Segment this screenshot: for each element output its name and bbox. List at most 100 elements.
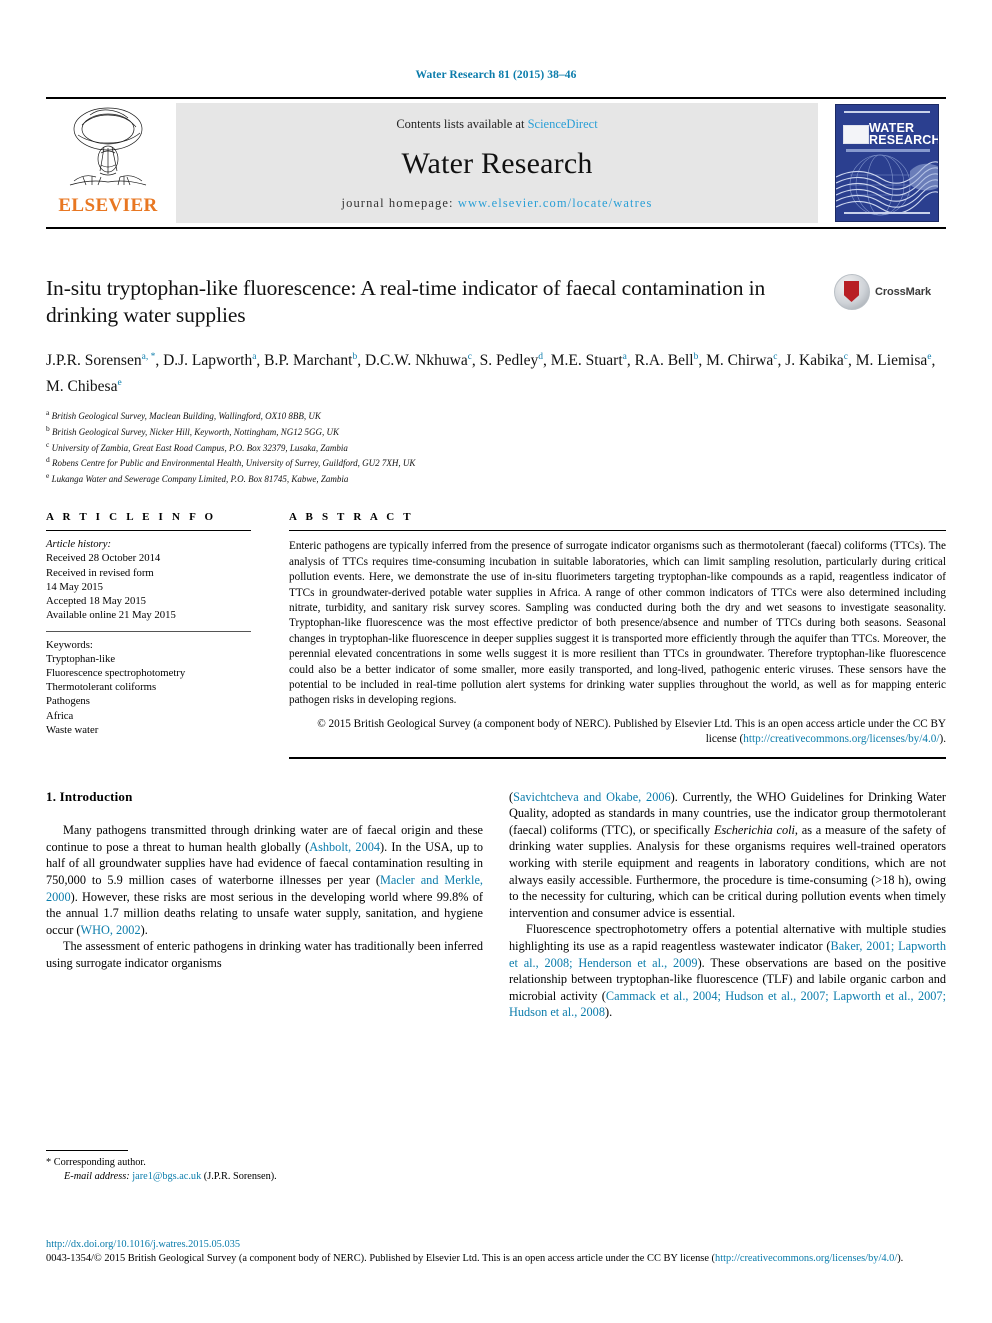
crossmark-label: CrossMark xyxy=(875,286,931,298)
affiliation-marker: d xyxy=(46,455,50,465)
cover-top-rule xyxy=(844,111,930,113)
cover-bottom-rule xyxy=(844,212,930,214)
crossmark-shield-icon xyxy=(834,274,870,310)
email-owner: (J.P.R. Sorensen). xyxy=(201,1171,277,1182)
abstract-column: A B S T R A C T Enteric pathogens are ty… xyxy=(281,511,946,759)
author-name: D.C.W. Nkhuwa xyxy=(364,352,468,370)
body-paragraph: Fluorescence spectrophotometry offers a … xyxy=(509,922,946,1020)
affiliation-item: e Lukanga Water and Sewerage Company Lim… xyxy=(46,470,349,484)
affiliation-marker: b xyxy=(46,423,50,433)
citation-link[interactable]: WHO, 2002 xyxy=(80,923,140,937)
homepage-prefix: journal homepage: xyxy=(341,196,458,210)
author-name: D.J. Lapworth xyxy=(163,352,253,370)
author-affiliation-marker: c xyxy=(843,352,849,362)
email-link[interactable]: jare1@bgs.ac.uk xyxy=(132,1171,201,1182)
author-name: J.P.R. Sorensen xyxy=(46,352,142,370)
keyword-item: Waste water xyxy=(46,723,99,736)
journal-homepage-line: journal homepage: www.elsevier.com/locat… xyxy=(342,196,653,211)
cover-title-line2: RESEARCH xyxy=(869,133,939,147)
affiliation-item: b British Geological Survey, Nicker Hill… xyxy=(46,423,339,437)
elsevier-wordmark: ELSEVIER xyxy=(58,195,158,216)
info-abstract-block: A R T I C L E I N F O Article history: R… xyxy=(46,511,946,759)
article-info-column: A R T I C L E I N F O Article history: R… xyxy=(46,511,251,758)
corresponding-email-line: E-mail address: jare1@bgs.ac.uk (J.P.R. … xyxy=(46,1170,486,1184)
citation-link[interactable]: Macler and Merkle, 2000 xyxy=(46,873,483,904)
body-column-left: 1. Introduction Many pathogens transmitt… xyxy=(46,789,483,1021)
article-history-item: Received 28 October 2014 xyxy=(46,552,161,565)
keyword-item: Africa xyxy=(46,709,74,722)
citation-link[interactable]: Baker, 2001; Lapworth et al., 2008; Hend… xyxy=(509,939,946,970)
citation-link[interactable]: Ashbolt, 2004 xyxy=(309,840,380,854)
abstract-heading: A B S T R A C T xyxy=(289,511,414,524)
affiliation-item: a British Geological Survey, Maclean Bui… xyxy=(46,408,321,422)
species-name: Escherichia coli xyxy=(713,822,795,837)
page-title: In-situ tryptophan-like fluorescence: A … xyxy=(46,276,766,327)
author-name: M. Chibesa xyxy=(46,378,118,396)
author-affiliation-marker: d xyxy=(538,352,543,362)
cover-journal-name: WATER RESEARCH xyxy=(869,122,939,147)
body-columns: 1. Introduction Many pathogens transmitt… xyxy=(46,789,946,1021)
masthead-center: Contents lists available at ScienceDirec… xyxy=(176,103,818,223)
author-affiliation-marker: e xyxy=(117,378,122,389)
article-history-label: Article history: xyxy=(46,538,112,551)
section-heading-introduction: 1. Introduction xyxy=(46,788,133,804)
author-name: M. Chirwa xyxy=(706,352,774,370)
contents-prefix: Contents lists available at xyxy=(396,117,528,131)
article-info-heading: A R T I C L E I N F O xyxy=(46,511,217,524)
article-history-item: 14 May 2015 xyxy=(46,580,103,593)
author-affiliation-marker: e xyxy=(927,352,932,362)
affiliation-marker: a xyxy=(46,408,50,418)
keywords-block: Keywords: Tryptophan-like Fluorescence sp… xyxy=(46,632,251,737)
elsevier-tree-icon xyxy=(60,103,156,195)
author-affiliation-marker: c xyxy=(467,352,472,362)
email-label: E-mail address: xyxy=(64,1171,133,1182)
crossmark-badge[interactable]: CrossMark xyxy=(834,269,946,315)
affiliation-marker: e xyxy=(46,470,50,480)
author-name: R.A. Bell xyxy=(634,352,694,370)
affiliation-marker: c xyxy=(46,439,50,449)
author-name: S. Pedley xyxy=(479,352,539,370)
title-area: CrossMark In-situ tryptophan-like fluore… xyxy=(46,274,946,485)
author-name: B.P. Marchant xyxy=(264,352,353,370)
footer-cc-license-link[interactable]: http://creativecommons.org/licenses/by/4… xyxy=(715,1253,897,1264)
corresponding-author-footnote: * Corresponding author. E-mail address: … xyxy=(46,1150,486,1184)
body-column-right: (Savichtcheva and Okabe, 2006). Currentl… xyxy=(509,789,946,1021)
keyword-item: Fluorescence spectrophotometry xyxy=(46,666,186,679)
author-affiliation-marker: a, * xyxy=(141,352,156,362)
corresponding-author-line: * Corresponding author. xyxy=(46,1157,146,1168)
page-footer: http://dx.doi.org/10.1016/j.watres.2015.… xyxy=(46,1238,946,1265)
citation-link[interactable]: Savichtcheva and Okabe, 2006 xyxy=(513,790,671,804)
author-affiliation-marker: b xyxy=(352,352,358,362)
abstract-copyright: © 2015 British Geological Survey (a comp… xyxy=(289,709,946,748)
body-paragraph: (Savichtcheva and Okabe, 2006). Currentl… xyxy=(509,789,946,920)
author-name: M.E. Stuart xyxy=(550,352,623,370)
keyword-item: Tryptophan-like xyxy=(46,652,116,665)
footnote-rule xyxy=(46,1150,128,1151)
keyword-item: Thermotolerant coliforms xyxy=(46,681,157,694)
abstract-copyright-suffix: ). xyxy=(939,733,946,746)
article-history-item: Accepted 18 May 2015 xyxy=(46,595,147,608)
body-paragraph: The assessment of enteric pathogens in d… xyxy=(46,939,483,970)
author-list: J.P.R. Sorensena, *, D.J. Lapwortha, B.P… xyxy=(46,352,936,396)
body-right-paragraphs: (Savichtcheva and Okabe, 2006). Currentl… xyxy=(509,789,946,1021)
author-name: J. Kabika xyxy=(785,352,844,370)
journal-title: Water Research xyxy=(401,147,593,180)
keywords-lines: Tryptophan-like Fluorescence spectrophoto… xyxy=(46,652,251,737)
keyword-item: Pathogens xyxy=(46,695,90,708)
sciencedirect-link[interactable]: ScienceDirect xyxy=(528,117,598,131)
cc-license-link[interactable]: http://creativecommons.org/licenses/by/4… xyxy=(743,733,939,745)
article-history-item: Received in revised form xyxy=(46,566,154,579)
article-history-lines: Received 28 October 2014 Received in revi… xyxy=(46,551,251,622)
journal-cover-image: WATER RESEARCH xyxy=(835,104,939,222)
homepage-url-link[interactable]: www.elsevier.com/locate/watres xyxy=(458,196,653,210)
citation-link[interactable]: Cammack et al., 2004; Hudson et al., 200… xyxy=(509,989,946,1020)
affiliation-list: a British Geological Survey, Maclean Bui… xyxy=(46,407,946,485)
author-affiliation-marker: a xyxy=(622,352,627,362)
author-name: M. Liemisa xyxy=(855,352,928,370)
abstract-bottom-rule xyxy=(289,756,946,759)
body-left-paragraphs: Many pathogens transmitted through drink… xyxy=(46,822,483,971)
contents-available-line: Contents lists available at ScienceDirec… xyxy=(396,117,597,132)
author-affiliation-marker: c xyxy=(773,352,778,362)
doi-link[interactable]: http://dx.doi.org/10.1016/j.watres.2015.… xyxy=(46,1238,946,1252)
elsevier-logo: ELSEVIER xyxy=(46,99,170,227)
